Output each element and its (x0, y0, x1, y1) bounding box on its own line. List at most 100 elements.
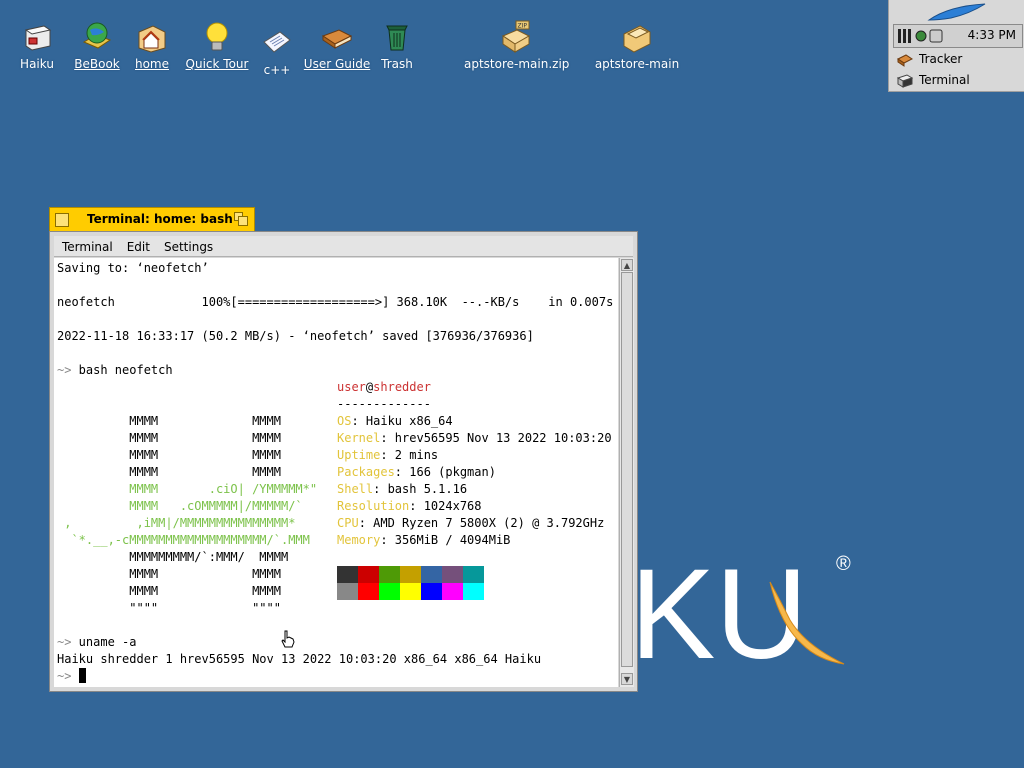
lightbulb-icon (200, 20, 234, 54)
menu-edit[interactable]: Edit (119, 236, 156, 254)
scroll-down-icon[interactable]: ▼ (621, 673, 633, 685)
color-swatch (421, 566, 442, 583)
command: uname -a (71, 635, 137, 649)
system-tray: 4:33 PM (893, 24, 1023, 48)
ascii-line: MMMM .ciO| /YMMMMM*" (57, 482, 318, 496)
terminal-window: Terminal Edit Settings Saving to: ‘neofetc… (49, 231, 638, 692)
terminal-icon (896, 73, 914, 88)
ascii-line: MMMMMMMMM/`:MMM/ MMMM (57, 550, 289, 564)
color-swatch (379, 566, 400, 583)
color-swatch (358, 566, 379, 583)
document-icon (260, 26, 294, 60)
window-title: Terminal: home: bash (87, 212, 233, 226)
folder-icon (620, 20, 654, 54)
prompt: ~> (57, 363, 72, 377)
color-swatch (442, 583, 463, 600)
prompt: ~> (57, 635, 72, 649)
aptstore-zip-icon[interactable]: ZIP aptstore-main.zip (464, 20, 570, 71)
menu-terminal[interactable]: Terminal (54, 236, 119, 254)
color-swatch (337, 566, 358, 583)
color-swatch (337, 583, 358, 600)
command-line-1: ~> bash neofetch (57, 362, 173, 379)
info-row: Memory: 356MiB / 4094MiB (337, 533, 511, 547)
vertical-scrollbar[interactable]: ▲ ▼ (619, 258, 634, 687)
book-icon (320, 20, 354, 54)
color-swatch (463, 566, 484, 583)
icon-label: Haiku (20, 57, 54, 71)
icon-label: aptstore-main (594, 57, 680, 71)
color-swatch (379, 583, 400, 600)
aptstore-folder-icon[interactable]: aptstore-main (592, 20, 682, 71)
deskbar-app-tracker[interactable]: Tracker (893, 49, 1021, 69)
app-label: Terminal (919, 73, 970, 87)
ascii-line: MMMM MMMM (57, 567, 281, 581)
prompt: ~> (57, 669, 72, 683)
zoom-button[interactable] (234, 212, 248, 226)
icon-label: c++ (263, 63, 291, 77)
info-row: Packages: 166 (pkgman) (337, 465, 496, 479)
terminal-output[interactable]: Saving to: ‘neofetch’ neofetch 100%[====… (54, 258, 618, 687)
saving-line: Saving to: ‘neofetch’ (57, 261, 209, 275)
separator: ------------- (337, 397, 431, 411)
tray-status-icons[interactable] (896, 26, 952, 46)
username: user (337, 380, 366, 394)
ascii-line: `*.__,-cMMMMMMMMMMMMMMMMMMM/`.MMM (57, 533, 310, 547)
ascii-line: MMMM MMMM (57, 465, 281, 479)
ascii-line: """" """" (57, 601, 281, 615)
hostname: shredder (373, 380, 431, 394)
registered-mark: ® (836, 553, 851, 575)
info-row: OS: Haiku x86_64 (337, 414, 453, 428)
icon-label: home (134, 57, 170, 71)
ascii-line: , ,iMM|/MMMMMMMMMMMMMMM* (57, 516, 296, 530)
trash-can-icon (380, 20, 414, 54)
zoom-icon (234, 212, 248, 226)
ascii-line: MMMM MMMM (57, 431, 281, 445)
mouse-pointer-icon (280, 630, 296, 652)
deskbar-app-terminal[interactable]: Terminal (893, 70, 1021, 90)
terminal-title-tab[interactable]: Terminal: home: bash (49, 207, 255, 232)
disk-icon (20, 20, 54, 54)
icon-label: aptstore-main.zip (464, 57, 570, 71)
icon-label: Trash (381, 57, 413, 71)
color-swatch (442, 566, 463, 583)
info-row: Shell: bash 5.1.16 (337, 482, 468, 496)
app-label: Tracker (919, 52, 963, 66)
home-icon (135, 20, 169, 54)
icon-label: BeBook (74, 57, 120, 71)
info-row: Kernel: hrev56595 Nov 13 2022 10:03:20 (337, 431, 612, 445)
leaf-menu-icon (927, 3, 986, 21)
trash-icon[interactable]: Trash (359, 20, 435, 71)
ascii-line: MMMM .cOMMMMM|/MMMMM/` (57, 499, 303, 513)
ascii-line: MMMM MMMM (57, 414, 281, 428)
saved-line: 2022-11-18 16:33:17 (50.2 MB/s) - ‘neofe… (57, 329, 534, 343)
command: bash neofetch (71, 363, 173, 377)
deskbar-leaf-menu[interactable] (889, 0, 1024, 24)
command-line-3: ~> (57, 668, 86, 685)
user-host: user@shredder (337, 379, 431, 396)
svg-text:ZIP: ZIP (518, 23, 528, 30)
scroll-up-icon[interactable]: ▲ (621, 259, 633, 271)
terminal-menubar: Terminal Edit Settings (54, 236, 633, 257)
color-swatch (358, 583, 379, 600)
zip-archive-icon: ZIP (499, 20, 533, 54)
close-button[interactable] (55, 213, 69, 227)
ascii-line: MMMM MMMM (57, 584, 281, 598)
color-swatch (484, 583, 505, 600)
scroll-thumb[interactable] (621, 272, 633, 667)
color-swatch (400, 583, 421, 600)
info-row: Resolution: 1024x768 (337, 499, 482, 513)
color-swatch (463, 583, 484, 600)
color-swatch (484, 566, 505, 583)
progress-line: neofetch 100%[===================>] 368.… (57, 295, 614, 309)
deskbar: 4:33 PM Tracker Terminal (888, 0, 1024, 92)
text-cursor (78, 668, 86, 683)
menu-settings[interactable]: Settings (156, 236, 219, 254)
clock[interactable]: 4:33 PM (968, 28, 1016, 42)
tracker-icon (897, 53, 913, 67)
info-row: CPU: AMD Ryzen 7 5800X (2) @ 3.792GHz (337, 516, 605, 530)
globe-book-icon (80, 20, 114, 54)
info-row: Uptime: 2 mins (337, 448, 439, 462)
uname-output: Haiku shredder 1 hrev56595 Nov 13 2022 1… (57, 652, 542, 666)
ascii-line: MMMM MMMM (57, 448, 281, 462)
color-palette (337, 566, 505, 600)
